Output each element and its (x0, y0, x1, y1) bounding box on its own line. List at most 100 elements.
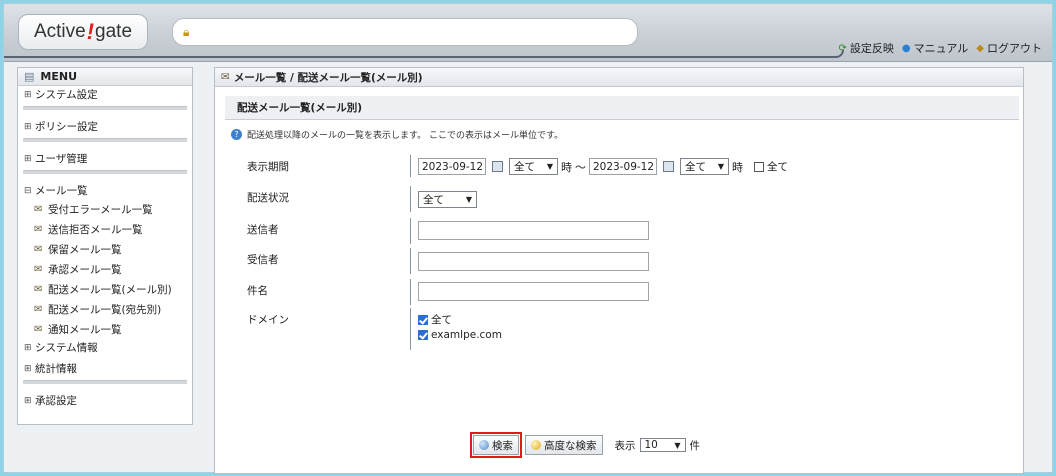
sender-input[interactable] (418, 221, 649, 240)
sidebar-subitem-hold[interactable]: ✉ 保留メール一覧 (18, 239, 192, 259)
checkbox-checked[interactable] (418, 330, 428, 340)
search-button-label: 検索 (492, 439, 513, 452)
sidebar-subitem-label: 保留メール一覧 (48, 243, 122, 256)
help-icon: ● (901, 42, 911, 54)
sidebar-item-statistics[interactable]: ⊞ 統計情報 (18, 360, 192, 377)
sidebar-item-approval-settings[interactable]: ⊞ 承認設定 (18, 392, 192, 409)
app-frame: Active! gate 🔒︎ ⟳ 設定反映 ● マニュアル ◆ ログアウト ▤ … (3, 3, 1053, 474)
mail-reject-icon: ✉ (34, 223, 43, 235)
expand-icon: ⊞ (24, 121, 32, 132)
date-to-input[interactable]: 2023-09-12 (589, 158, 657, 175)
sender-label: 送信者 (247, 224, 279, 236)
hour-to-select[interactable]: 全て ▼ (680, 158, 729, 175)
subject-input[interactable] (418, 282, 649, 301)
collapse-icon: ⊟ (24, 185, 32, 196)
field-separator (410, 186, 411, 212)
divider (23, 380, 187, 384)
range-separator: ～ (575, 160, 586, 174)
status-label: 配送状況 (247, 192, 289, 204)
advanced-search-button[interactable]: 高度な検索 (525, 435, 603, 455)
checkbox-checked[interactable] (418, 314, 428, 325)
mail-recipient-icon: ✉ (34, 303, 43, 315)
checkbox[interactable] (754, 161, 764, 172)
chevron-down-icon: ▼ (674, 440, 681, 450)
address-bar[interactable]: 🔒︎ (172, 18, 638, 46)
main-panel: ✉ メール一覧 / 配送メール一覧(メール別) 配送メール一覧(メール別) ? … (214, 67, 1024, 474)
hour-unit: 時 (561, 160, 572, 174)
field-separator (410, 155, 411, 177)
date-from-input[interactable]: 2023-09-12 (418, 158, 486, 175)
expand-icon: ⊞ (24, 89, 32, 100)
domain-option-label: 全て (431, 314, 452, 326)
sidebar-subitem-approval[interactable]: ✉ 承認メール一覧 (18, 259, 192, 279)
recipient-label: 受信者 (247, 254, 279, 266)
period-controls: 2023-09-12 全て ▼ 時 ～ 2023-09-12 全て ▼ 時 全て (418, 158, 788, 175)
breadcrumb: ✉ メール一覧 / 配送メール一覧(メール別) (215, 68, 1023, 87)
chevron-down-icon: ▼ (546, 162, 553, 171)
period-label: 表示期間 (247, 161, 289, 173)
sidebar-subitem-label: 配送メール一覧(メール別) (48, 283, 172, 296)
sidebar-item-label: システム情報 (35, 342, 98, 354)
sidebar-item-policy-settings[interactable]: ⊞ ポリシー設定 (18, 118, 192, 135)
sidebar-item-label: 承認設定 (35, 395, 77, 407)
calendar-icon[interactable] (492, 161, 503, 172)
manual-link[interactable]: ● マニュアル (902, 40, 968, 56)
recipient-input[interactable] (418, 252, 649, 271)
display-count-select[interactable]: 10 ▼ (639, 438, 686, 452)
manual-label: マニュアル (913, 42, 969, 55)
count-unit: 件 (689, 439, 701, 452)
logout-icon: ◆ (976, 42, 984, 54)
hour-from-value: 全て (514, 161, 535, 173)
field-separator (410, 218, 411, 244)
hour-from-select[interactable]: 全て ▼ (509, 158, 558, 175)
expand-icon: ⊞ (24, 342, 32, 353)
sidebar-item-system-settings[interactable]: ⊞ システム設定 (18, 86, 192, 103)
chevron-down-icon: ▼ (717, 162, 724, 171)
sidebar-subitem-delivery-by-mail[interactable]: ✉ 配送メール一覧(メール別) (18, 279, 192, 299)
domain-option-label: examlpe.com (431, 329, 502, 341)
header-links: ⟳ 設定反映 ● マニュアル ◆ ログアウト (839, 40, 1043, 56)
logout-link[interactable]: ◆ ログアウト (976, 40, 1042, 56)
all-period-checkbox[interactable]: 全て (754, 159, 788, 174)
menu-icon: ▤ (24, 70, 35, 83)
field-separator (410, 279, 411, 305)
sidebar-subitem-delivery-by-recipient[interactable]: ✉ 配送メール一覧(宛先別) (18, 299, 192, 319)
domain-example-checkbox[interactable]: examlpe.com (418, 329, 502, 341)
page-description: ? 配送処理以降のメールの一覧を表示します。 ここでの表示はメール単位です。 (231, 128, 563, 141)
logout-label: ログアウト (987, 42, 1042, 55)
search-button[interactable]: 検索 (470, 432, 522, 458)
display-count-label: 表示 (614, 439, 636, 452)
sidebar-item-label: システム設定 (35, 89, 98, 101)
menu-title: MENU (40, 70, 78, 83)
header-divider (4, 50, 844, 58)
subject-label: 件名 (247, 285, 268, 297)
divider (23, 138, 187, 142)
logo-mark: ! (86, 19, 95, 44)
calendar-icon[interactable] (663, 161, 674, 172)
sidebar-item-system-info[interactable]: ⊞ システム情報 (18, 339, 192, 356)
mail-error-icon: ✉ (34, 203, 43, 215)
status-select[interactable]: 全て ▼ (418, 191, 477, 208)
sidebar-subitem-notification[interactable]: ✉ 通知メール一覧 (18, 319, 192, 339)
header: Active! gate 🔒︎ ⟳ 設定反映 ● マニュアル ◆ ログアウト (4, 4, 1052, 62)
sidebar-subitem-reception-error[interactable]: ✉ 受付エラーメール一覧 (18, 199, 192, 219)
domain-all-checkbox[interactable]: 全て (418, 312, 452, 327)
sidebar-item-mail-list[interactable]: ⊟ メール一覧 (18, 182, 192, 199)
divider (23, 170, 187, 174)
sidebar-subitem-label: 送信拒否メール一覧 (48, 223, 143, 236)
sync-icon: ⟳ (838, 42, 847, 54)
hour-to-value: 全て (685, 161, 706, 173)
sidebar-item-user-management[interactable]: ⊞ ユーザ管理 (18, 150, 192, 167)
status-controls: 全て ▼ (418, 191, 477, 208)
breadcrumb-text: メール一覧 / 配送メール一覧(メール別) (233, 71, 423, 84)
sidebar-subitem-label: 通知メール一覧 (48, 323, 122, 336)
domain-controls: 全て examlpe.com (418, 312, 502, 341)
sidebar: ▤ MENU ⊞ システム設定 ⊞ ポリシー設定 ⊞ ユーザ管理 ⊟ メール一覧… (17, 67, 193, 425)
mail-delivery-icon: ✉ (34, 283, 43, 295)
advanced-search-icon (531, 440, 541, 450)
search-icon (479, 440, 489, 450)
description-text: 配送処理以降のメールの一覧を表示します。 ここでの表示はメール単位です。 (247, 131, 564, 141)
apply-settings-link[interactable]: ⟳ 設定反映 (839, 40, 894, 56)
sidebar-subitem-rejected[interactable]: ✉ 送信拒否メール一覧 (18, 219, 192, 239)
logo-text-right: gate (95, 21, 133, 42)
